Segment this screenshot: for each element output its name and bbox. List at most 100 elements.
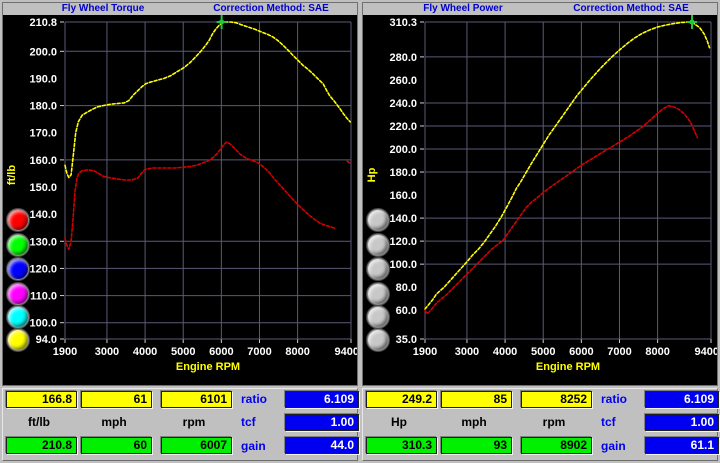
y-tick-label: 260.0 xyxy=(389,75,417,87)
y-tick-label: 170.0 xyxy=(29,128,57,140)
run-select-button-1[interactable] xyxy=(367,209,389,231)
x-tick-label: 3000 xyxy=(95,346,119,358)
run-select-button-1[interactable] xyxy=(7,209,29,231)
torque-unit-label: ft/lb xyxy=(9,415,69,429)
power-run-red-curve xyxy=(425,106,697,314)
speed-cursor-value: 85 xyxy=(441,391,512,408)
x-tick-label: 3000 xyxy=(455,346,479,358)
tcf-label: tcf xyxy=(601,415,643,429)
x-tick-label: 9400 xyxy=(335,346,357,358)
torque-chart-title: Fly Wheel Torque xyxy=(33,3,173,14)
torque-chart-panel: Fly Wheel Torque Correction Method: SAE … xyxy=(2,2,358,386)
rpm-cursor-value: 6101 xyxy=(161,391,232,408)
ratio-label: ratio xyxy=(601,392,643,406)
torque-run-yellow-curve xyxy=(65,22,350,178)
torque-chart-header: Fly Wheel Torque Correction Method: SAE xyxy=(3,3,357,15)
y-tick-label: 60.0 xyxy=(396,305,417,317)
torque-run-red-curve xyxy=(65,142,336,249)
gain-value: 44.0 xyxy=(285,437,359,454)
x-tick-label: 7000 xyxy=(607,346,631,358)
rpm-peak-value: 8902 xyxy=(521,437,592,454)
run-select-button-2[interactable] xyxy=(367,234,389,256)
gain-label: gain xyxy=(601,439,643,453)
torque-run-red-tail-curve xyxy=(347,161,351,164)
rpm-peak-value: 6007 xyxy=(161,437,232,454)
y-tick-label: 160.0 xyxy=(389,190,417,202)
run-select-button-6[interactable] xyxy=(367,329,389,351)
peak-marker-icon xyxy=(687,15,697,29)
ratio-value: 6.109 xyxy=(645,391,719,408)
x-tick-label: 8000 xyxy=(645,346,669,358)
y-tick-label: 200.0 xyxy=(29,46,57,58)
ratio-label: ratio xyxy=(241,392,283,406)
y-tick-label: 140.0 xyxy=(389,213,417,225)
ratio-value: 6.109 xyxy=(285,391,359,408)
y-tick-label: 280.0 xyxy=(389,52,417,64)
run-select-button-4[interactable] xyxy=(367,283,389,305)
run-select-button-5[interactable] xyxy=(7,306,29,328)
x-axis-title: Engine RPM xyxy=(176,361,240,373)
torque-correction-method-label: Correction Method: SAE xyxy=(195,3,347,14)
power-cursor-value: 249.2 xyxy=(366,391,437,408)
y-tick-label: 150.0 xyxy=(29,182,57,194)
torque-chart-svg: 210.8 200.0 190.0 180.0 170.0 160.0 150.0 140.0… xyxy=(3,15,357,385)
speed-cursor-value: 61 xyxy=(81,391,152,408)
power-correction-method-label: Correction Method: SAE xyxy=(555,3,707,14)
torque-cursor-value: 166.8 xyxy=(6,391,77,408)
gain-value: 61.1 xyxy=(645,437,719,454)
run-select-button-5[interactable] xyxy=(367,306,389,328)
x-tick-label: 7000 xyxy=(247,346,271,358)
torque-peak-value: 210.8 xyxy=(6,437,77,454)
power-peak-value: 310.3 xyxy=(366,437,437,454)
y-tick-label: 190.0 xyxy=(29,73,57,85)
rpm-unit-label: rpm xyxy=(164,415,224,429)
power-chart-svg: 310.3280.0260.0240.0220.0200.0180.0160.0… xyxy=(363,15,717,385)
x-tick-label: 8000 xyxy=(285,346,309,358)
torque-plot-area[interactable]: 210.8 200.0 190.0 180.0 170.0 160.0 150.0 140.0… xyxy=(3,15,357,385)
y-tick-label: 220.0 xyxy=(389,121,417,133)
speed-peak-value: 60 xyxy=(81,437,152,454)
x-axis-title: Engine RPM xyxy=(536,361,600,373)
y-tick-label: 120.0 xyxy=(389,236,417,248)
power-run-yellow-curve xyxy=(425,22,710,309)
y-tick-label: 100.0 xyxy=(29,318,57,330)
y-tick-label: 210.8 xyxy=(29,17,57,29)
y-tick-label: 180.0 xyxy=(29,101,57,113)
x-tick-label: 9400 xyxy=(695,346,717,358)
power-readout-panel: 249.2 85 8252 Hp mph rpm 310.3 93 8902 r… xyxy=(362,388,718,461)
y-tick-label: 130.0 xyxy=(29,236,57,248)
x-tick-label: 5000 xyxy=(531,346,555,358)
y-tick-label: 140.0 xyxy=(29,209,57,221)
gain-label: gain xyxy=(241,439,283,453)
y-tick-label: 180.0 xyxy=(389,167,417,179)
x-tick-label: 1900 xyxy=(413,346,437,358)
y-tick-label: 35.0 xyxy=(396,334,417,346)
power-chart-panel: Fly Wheel Power Correction Method: SAE 3… xyxy=(362,2,718,386)
run-select-button-3[interactable] xyxy=(367,258,389,280)
y-tick-label: 240.0 xyxy=(389,98,417,110)
y-tick-label: 120.0 xyxy=(29,263,57,275)
tcf-value: 1.00 xyxy=(285,414,359,431)
torque-readout-panel: 166.8 61 6101 ft/lb mph rpm 210.8 60 600… xyxy=(2,388,358,461)
y-tick-label: 160.0 xyxy=(29,155,57,167)
run-select-button-4[interactable] xyxy=(7,283,29,305)
x-tick-label: 6000 xyxy=(209,346,233,358)
run-select-button-3[interactable] xyxy=(7,258,29,280)
rpm-cursor-value: 8252 xyxy=(521,391,592,408)
speed-peak-value: 93 xyxy=(441,437,512,454)
power-plot-area[interactable]: 310.3280.0260.0240.0220.0200.0180.0160.0… xyxy=(363,15,717,385)
speed-unit-label: mph xyxy=(444,415,504,429)
x-tick-label: 1900 xyxy=(53,346,77,358)
speed-unit-label: mph xyxy=(84,415,144,429)
x-tick-label: 6000 xyxy=(569,346,593,358)
y-tick-label: 80.0 xyxy=(396,282,417,294)
rpm-unit-label: rpm xyxy=(524,415,584,429)
run-select-button-2[interactable] xyxy=(7,234,29,256)
power-chart-title: Fly Wheel Power xyxy=(393,3,533,14)
y-tick-label: 310.3 xyxy=(389,17,417,29)
power-chart-header: Fly Wheel Power Correction Method: SAE xyxy=(363,3,717,15)
x-tick-label: 4000 xyxy=(493,346,517,358)
y-tick-label: 110.0 xyxy=(30,291,57,303)
y-tick-label: 94.0 xyxy=(36,334,57,346)
run-select-button-6[interactable] xyxy=(7,329,29,351)
